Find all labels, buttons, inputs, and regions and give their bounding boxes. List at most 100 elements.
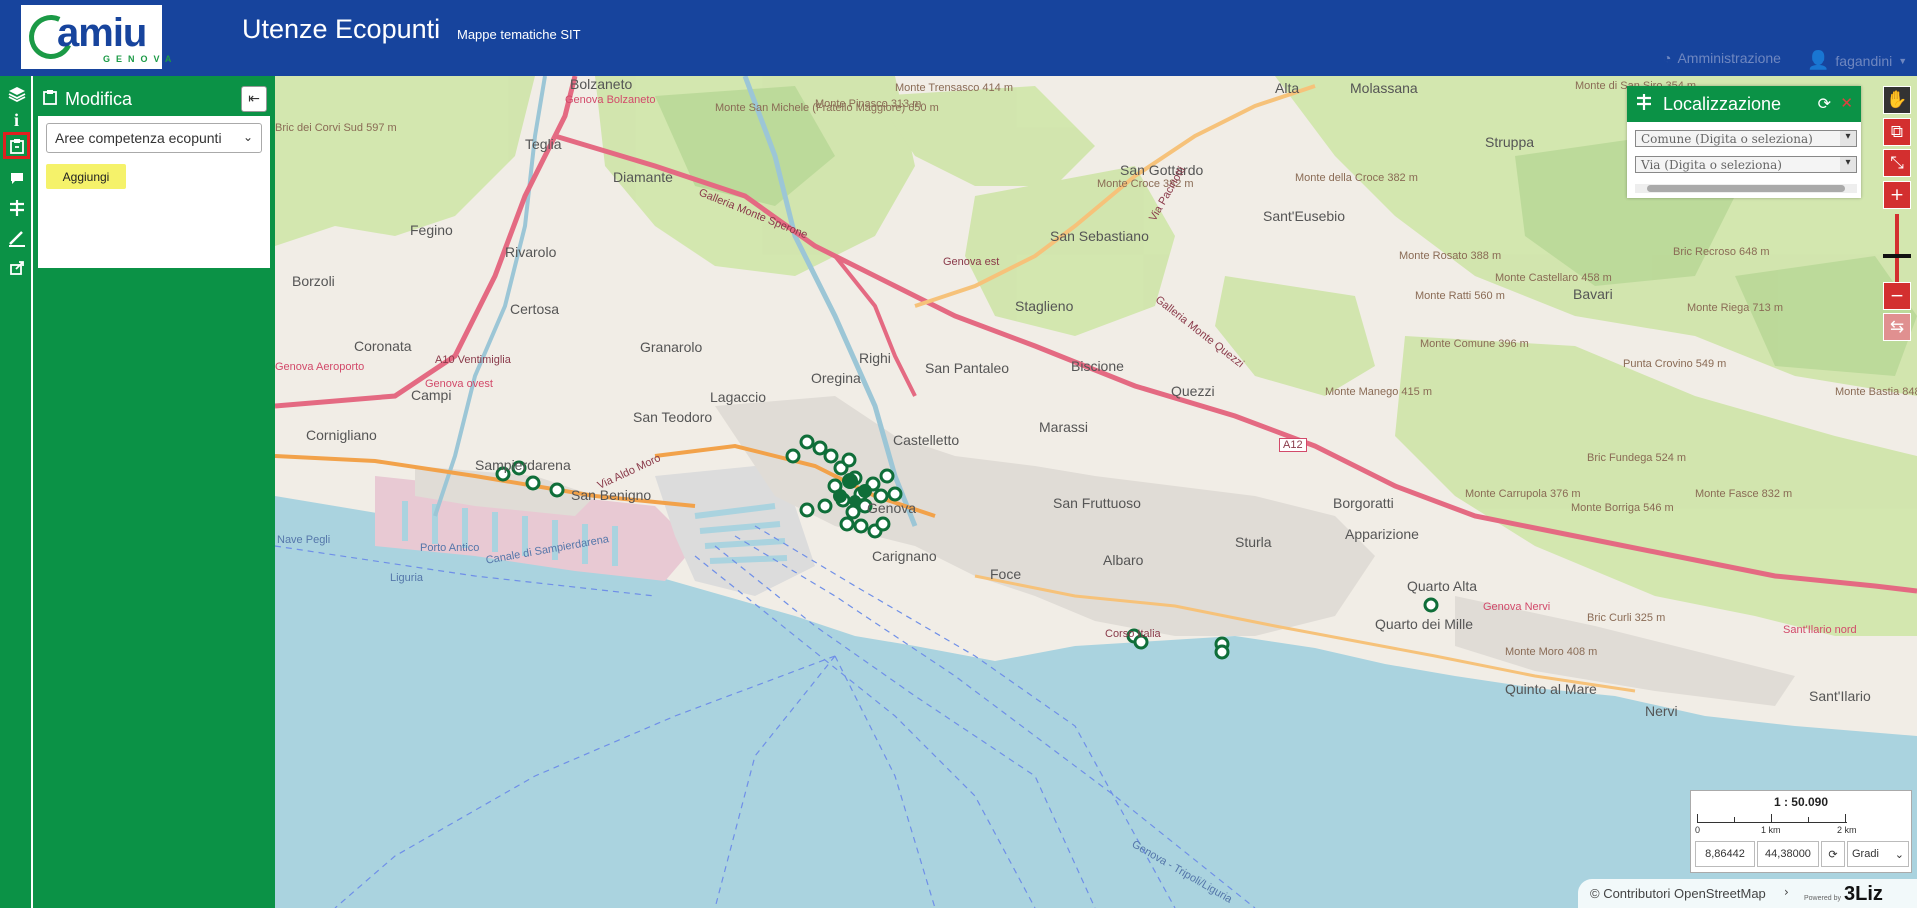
via-input[interactable]: Via (Digita o seleziona) ▾	[1635, 156, 1857, 173]
place-label: Marassi	[1039, 419, 1089, 435]
place-label: Albaro	[1103, 552, 1144, 568]
comune-input[interactable]: Comune (Digita o seleziona) ▾	[1635, 130, 1857, 147]
road-label: Genova Nervi	[1483, 601, 1551, 613]
edit-layer-select[interactable]: Aree competenza ecopunti ⌄	[46, 123, 262, 153]
place-label: Certosa	[510, 301, 560, 317]
scale-widget: 1 : 50.090 0 1 km 2 km 8,86442 44,38000 …	[1690, 790, 1912, 873]
3liz-logo[interactable]: 3Liz	[1844, 883, 1883, 906]
pan-button[interactable]: ✋	[1883, 86, 1911, 114]
comune-placeholder: Comune (Digita o seleziona)	[1641, 132, 1813, 146]
dashboard-icon: ◔	[1663, 50, 1672, 66]
collapse-left-icon: ⇤	[248, 91, 260, 107]
edit-layer-value: Aree competenza ecopunti	[55, 130, 222, 146]
history-icon: ⇆	[1889, 317, 1905, 337]
localizzazione-panel: Localizzazione ⟳ ✕ Comune (Digita o sele…	[1627, 86, 1861, 198]
peak-label: Bric Recroso 648 m	[1673, 246, 1770, 258]
place-label: Foce	[990, 566, 1022, 582]
user-label: fagandini	[1835, 52, 1893, 69]
app-title: Utenze Ecopunti	[242, 14, 441, 44]
map-canvas[interactable]: Bolzaneto Molassana Alta Struppa Teglia …	[275, 76, 1917, 908]
localizzazione-header: Localizzazione ⟳ ✕	[1627, 86, 1861, 122]
scale-label: 1 : 50.090	[1773, 795, 1829, 809]
place-label: Quezzi	[1171, 383, 1215, 399]
zoom-slider[interactable]	[1895, 214, 1899, 282]
road-label: A12	[1279, 438, 1307, 452]
logo-subtext: GENOVA	[103, 54, 178, 64]
localizzazione-title: Localizzazione	[1663, 93, 1782, 114]
dropdown-icon[interactable]: ▾	[1840, 131, 1856, 146]
peak-label: Punta Crovino 549 m	[1623, 358, 1727, 370]
zoom-slider-handle[interactable]	[1883, 254, 1911, 258]
place-label: Nervi	[1645, 703, 1678, 719]
chevron-right-icon[interactable]: ›	[1784, 885, 1789, 899]
refresh-coords-button[interactable]: ⟳	[1821, 841, 1845, 867]
dock-close-button[interactable]: ⇤	[241, 86, 267, 112]
amiu-logo[interactable]: amiu GENOVA	[21, 5, 171, 69]
place-label: Cornigliano	[306, 427, 377, 443]
permalink-icon[interactable]	[3, 254, 30, 281]
place-label: San Sebastiano	[1050, 228, 1149, 244]
scrollbar-thumb[interactable]	[1647, 185, 1845, 192]
scale-tick-label: 2 km	[1837, 825, 1857, 835]
zoom-in-button[interactable]: +	[1883, 181, 1911, 209]
road-label: Nave Pegli	[277, 534, 331, 546]
road-label: Porto Antico	[420, 542, 480, 554]
place-label: Rivarolo	[505, 244, 557, 260]
place-label: Sant'Ilario	[1809, 688, 1871, 704]
comment-icon[interactable]	[3, 164, 30, 191]
admin-link[interactable]: ◔ Amministrazione	[1663, 50, 1781, 66]
add-button[interactable]: Aggiungi	[46, 164, 126, 189]
user-menu[interactable]: 👤 fagandini ▼	[1807, 50, 1907, 71]
latitude-field[interactable]: 44,38000	[1757, 841, 1819, 867]
place-label: San Teodoro	[633, 409, 713, 425]
peak-label: Monte Pinasco 313 m	[815, 98, 922, 110]
zoom-box-button[interactable]: ⧉	[1883, 118, 1911, 146]
measure-icon[interactable]	[3, 225, 30, 252]
zoom-in-icon: +	[1889, 185, 1905, 205]
close-icon[interactable]: ✕	[1840, 94, 1853, 112]
dock-header: Modifica ⇤	[41, 84, 267, 114]
scale-bar	[1697, 813, 1847, 823]
units-value: Gradi	[1852, 848, 1879, 860]
edit-icon[interactable]	[3, 132, 30, 159]
peak-label: Bric Curli 325 m	[1587, 612, 1666, 624]
peak-label: Monte Trensasco 414 m	[895, 82, 1014, 94]
place-label: Molassana	[1350, 80, 1418, 96]
info-icon[interactable]: i	[3, 107, 30, 134]
dropdown-icon[interactable]: ▾	[1840, 157, 1856, 172]
place-label: Quinto al Mare	[1505, 681, 1597, 697]
place-label: Teglia	[525, 136, 562, 152]
place-label: San Benigno	[571, 487, 652, 503]
peak-label: Monte Carrupola 376 m	[1465, 488, 1581, 500]
peak-label: Monte Rosato 388 m	[1399, 250, 1502, 262]
history-button[interactable]: ⇆	[1883, 313, 1911, 341]
zoom-extent-icon: ⤡	[1890, 153, 1904, 173]
zoom-extent-button[interactable]: ⤡	[1883, 149, 1911, 177]
place-label: Genova	[867, 500, 917, 516]
scale-tick-label: 0	[1695, 825, 1701, 835]
place-label: Granarolo	[640, 339, 703, 355]
dock-body: Aree competenza ecopunti ⌄ Aggiungi	[38, 116, 270, 268]
refresh-icon[interactable]: ⟳	[1818, 94, 1831, 113]
pan-icon: ✋	[1886, 90, 1908, 110]
units-select[interactable]: Gradi ⌄	[1847, 841, 1909, 867]
attribution-text[interactable]: © Contributori OpenStreetMap	[1590, 886, 1766, 901]
place-label: Apparizione	[1345, 526, 1419, 542]
road-label: Genova est	[943, 256, 1000, 268]
place-label: Righi	[859, 350, 891, 366]
place-label: Carignano	[872, 548, 937, 564]
place-label: Staglieno	[1015, 298, 1074, 314]
place-label: San Gottardo	[1120, 162, 1204, 178]
logo-text: amiu	[57, 11, 147, 55]
place-label: Lagaccio	[710, 389, 767, 405]
place-label: Coronata	[354, 338, 412, 354]
place-label: Borzoli	[292, 273, 335, 289]
peak-label: Bric Fundega 524 m	[1587, 452, 1687, 464]
horizontal-scrollbar[interactable]	[1635, 184, 1857, 193]
locate-icon[interactable]	[3, 194, 30, 221]
peak-label: Bric dei Corvi Sud 597 m	[275, 122, 397, 134]
longitude-field[interactable]: 8,86442	[1695, 841, 1755, 867]
zoom-out-button[interactable]: −	[1883, 282, 1911, 310]
admin-label: Amministrazione	[1677, 50, 1781, 66]
layers-icon[interactable]	[3, 80, 30, 107]
